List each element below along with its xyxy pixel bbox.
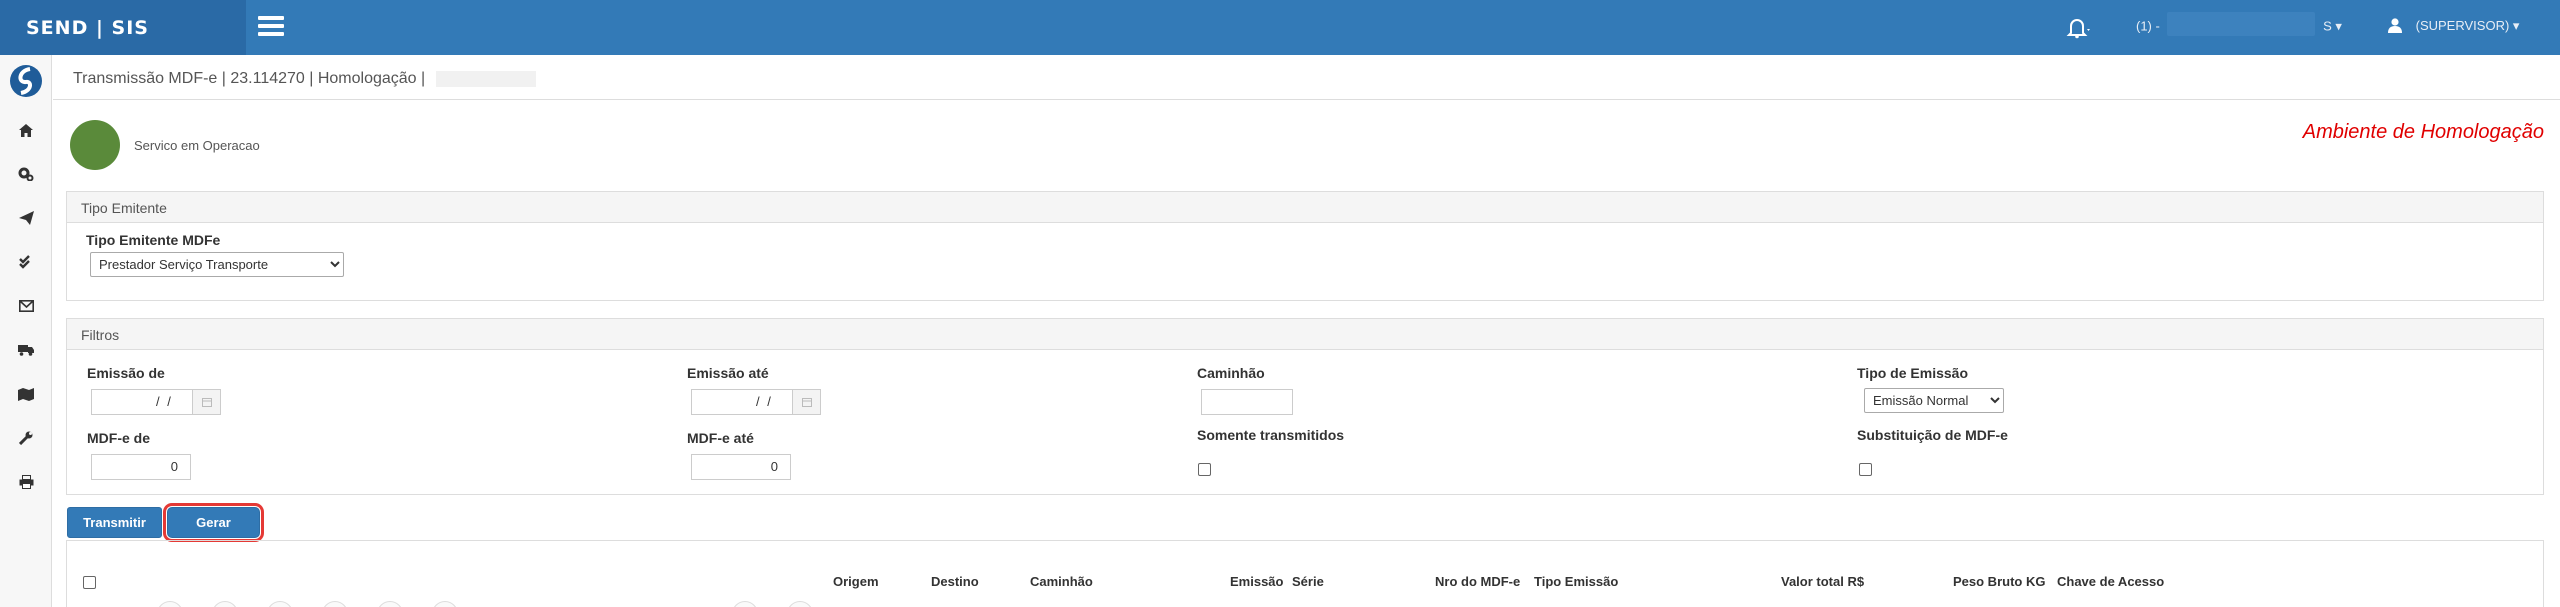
- caret-down-icon: ▾: [2335, 18, 2342, 34]
- col-emissao[interactable]: Emissão: [1230, 574, 1283, 589]
- service-status-text: Servico em Operacao: [134, 138, 260, 153]
- row-action-icon[interactable]: [432, 601, 458, 607]
- truck-icon[interactable]: [15, 339, 37, 361]
- company-suffix: S: [2323, 18, 2332, 34]
- results-table: Origem Destino Caminhão Emissão Série Nr…: [66, 540, 2544, 607]
- emissao-de-value: / /: [156, 394, 173, 409]
- emissao-ate-label: Emissão até: [687, 365, 769, 381]
- check-double-icon[interactable]: [15, 251, 37, 273]
- user-menu[interactable]: (SUPERVISOR) ▾: [2388, 17, 2520, 34]
- print-icon[interactable]: [15, 471, 37, 493]
- transmitir-button[interactable]: Transmitir: [67, 507, 162, 538]
- emissao-ate-input[interactable]: / /: [691, 389, 821, 415]
- service-status-indicator: [70, 120, 120, 170]
- company-selector[interactable]: (1) - S ▾: [2136, 12, 2342, 36]
- menu-icon[interactable]: [258, 16, 284, 36]
- col-serie[interactable]: Série: [1292, 574, 1324, 589]
- col-valor-total[interactable]: Valor total R$: [1781, 574, 1864, 589]
- emissao-de-input[interactable]: / /: [91, 389, 221, 415]
- page-title-text: Transmissão MDF-e | 23.114270 | Homologa…: [73, 70, 426, 87]
- col-caminhao[interactable]: Caminhão: [1030, 574, 1093, 589]
- substituicao-label: Substituição de MDF-e: [1857, 427, 2008, 443]
- col-destino[interactable]: Destino: [931, 574, 979, 589]
- select-all-checkbox[interactable]: [83, 576, 96, 589]
- send-icon[interactable]: [15, 207, 37, 229]
- caminhao-input[interactable]: [1201, 389, 1293, 415]
- calendar-icon[interactable]: [192, 390, 220, 414]
- row-action-icon[interactable]: [267, 601, 293, 607]
- home-icon[interactable]: [15, 119, 37, 141]
- wrench-icon[interactable]: [15, 427, 37, 449]
- row-action-icon[interactable]: [732, 601, 758, 607]
- emissao-ate-value: / /: [756, 394, 773, 409]
- somente-transmitidos-checkbox[interactable]: [1198, 463, 1211, 476]
- page-title-redacted: [435, 70, 536, 87]
- tipo-emitente-panel: Tipo Emitente Tipo Emitente MDFe Prestad…: [66, 191, 2544, 301]
- top-navbar: SEND | SIS (1) - S ▾ (SUPERVISOR) ▾: [0, 0, 2560, 55]
- envelope-icon[interactable]: [15, 295, 37, 317]
- tipo-emitente-select[interactable]: Prestador Serviço Transporte: [90, 252, 344, 277]
- panel-title: Tipo Emitente: [67, 192, 2543, 223]
- tipo-emissao-select[interactable]: Emissão Normal: [1864, 388, 2004, 413]
- somente-transmitidos-label: Somente transmitidos: [1197, 427, 1345, 443]
- mdfe-ate-input[interactable]: 0: [691, 454, 791, 480]
- row-action-icon[interactable]: [157, 601, 183, 607]
- col-nro-mdfe[interactable]: Nro do MDF-e: [1435, 574, 1520, 589]
- caret-down-icon: ▾: [2512, 18, 2520, 33]
- cogs-icon[interactable]: [15, 163, 37, 185]
- brand-logo[interactable]: SEND | SIS: [0, 0, 246, 55]
- map-icon[interactable]: [15, 383, 37, 405]
- caminhao-label: Caminhão: [1197, 365, 1265, 381]
- substituicao-checkbox[interactable]: [1859, 463, 1872, 476]
- company-prefix: (1) -: [2136, 18, 2160, 34]
- user-icon: [2388, 17, 2402, 33]
- filtros-panel: Filtros Emissão de / / Emissão até / / C…: [66, 318, 2544, 495]
- mdfe-de-label: MDF-e de: [87, 430, 150, 446]
- page-title: Transmissão MDF-e | 23.114270 | Homologa…: [73, 70, 536, 88]
- page-header: Transmissão MDF-e | 23.114270 | Homologa…: [53, 55, 2560, 100]
- app-logo-icon[interactable]: [8, 63, 44, 99]
- col-chave-acesso[interactable]: Chave de Acesso: [2057, 574, 2164, 589]
- tipo-emitente-label: Tipo Emitente MDFe: [86, 232, 221, 248]
- calendar-icon[interactable]: [792, 390, 820, 414]
- row-action-icon[interactable]: [322, 601, 348, 607]
- environment-label: Ambiente de Homologação: [2302, 121, 2544, 143]
- mdfe-de-input[interactable]: 0: [91, 454, 191, 480]
- row-action-icon[interactable]: [787, 601, 813, 607]
- row-action-icon[interactable]: [377, 601, 403, 607]
- sidebar: [0, 55, 52, 607]
- row-action-icon[interactable]: [212, 601, 238, 607]
- mdfe-ate-label: MDF-e até: [687, 430, 754, 446]
- gerar-button[interactable]: Gerar: [163, 503, 264, 542]
- emissao-de-label: Emissão de: [87, 365, 165, 381]
- col-origem[interactable]: Origem: [833, 574, 879, 589]
- tipo-emissao-label: Tipo de Emissão: [1857, 365, 1968, 381]
- col-tipo-emissao[interactable]: Tipo Emissão: [1534, 574, 1618, 589]
- bell-icon[interactable]: [2060, 15, 2094, 39]
- panel-title: Filtros: [67, 319, 2543, 350]
- col-peso-bruto[interactable]: Peso Bruto KG: [1953, 574, 2045, 589]
- company-name-redacted: [2167, 12, 2316, 36]
- user-name: (SUPERVISOR): [2415, 18, 2510, 33]
